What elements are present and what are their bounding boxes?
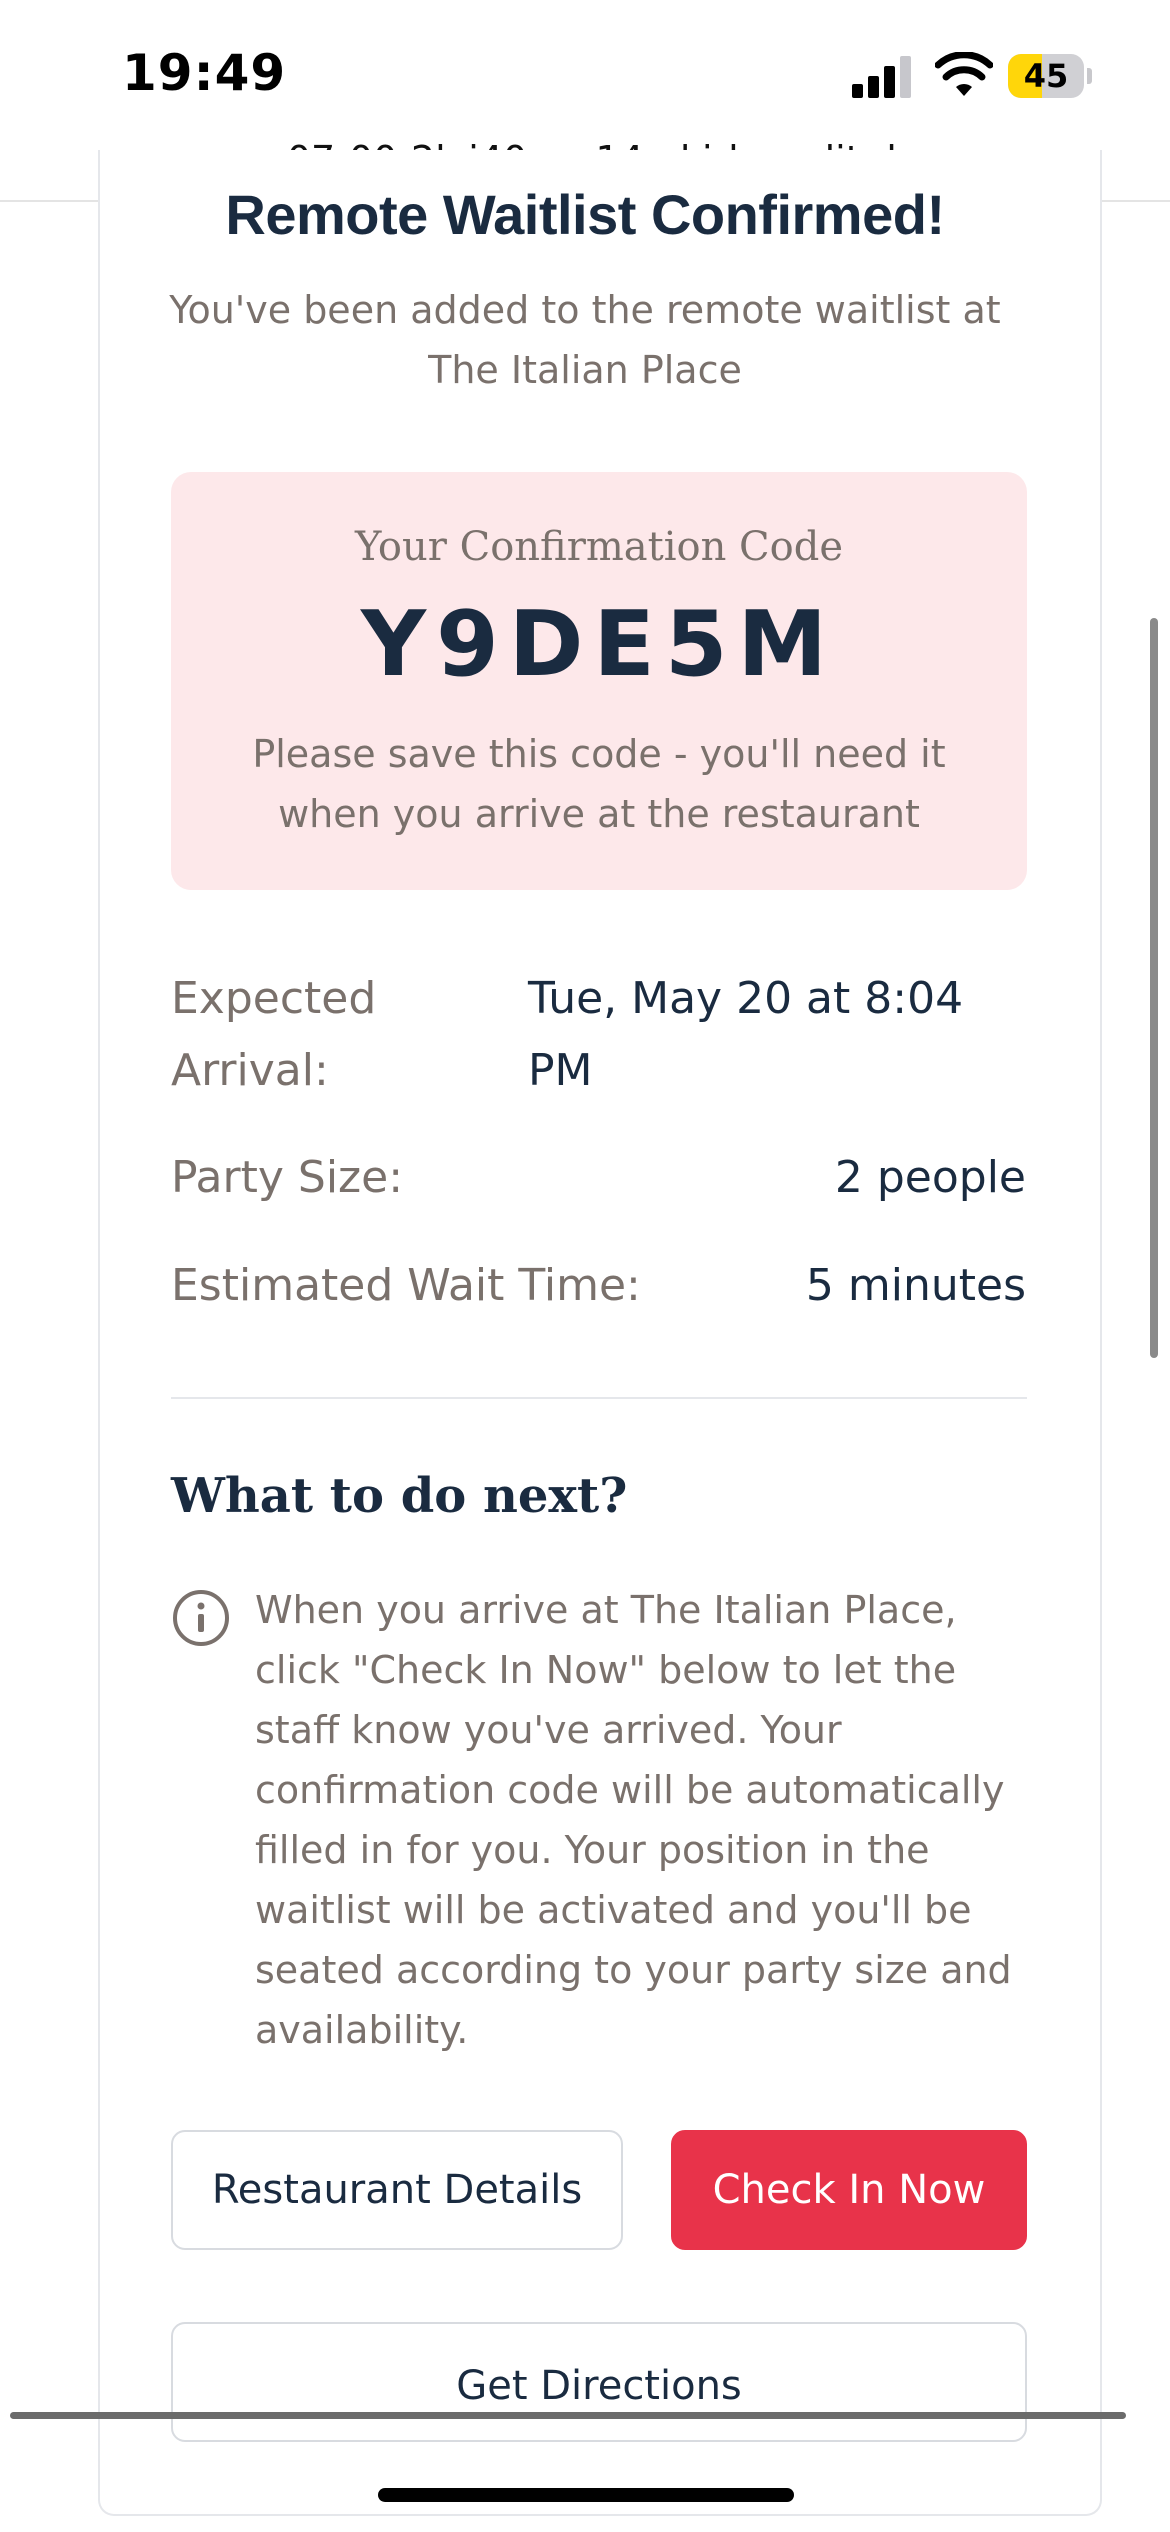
arrival-value: Tue, May 20 at 8:04 PM — [528, 973, 964, 1096]
battery-icon: 45 — [1008, 54, 1092, 98]
check-in-now-button[interactable]: Check In Now — [671, 2130, 1027, 2250]
restaurant-details-button[interactable]: Restaurant Details — [171, 2130, 623, 2250]
battery-level: 45 — [1023, 57, 1069, 95]
party-size-value: 2 people — [834, 1152, 1026, 1203]
code-label: Your Confirmation Code — [354, 524, 844, 570]
info-icon — [173, 1590, 229, 1646]
confirmation-code: Y9DE5M — [360, 592, 838, 697]
wifi-icon — [935, 52, 993, 96]
next-steps-title: What to do next? — [171, 1468, 628, 1524]
next-steps-text: When you arrive at The Italian Place, cl… — [255, 1588, 1012, 2052]
party-size-label: Party Size: — [171, 1152, 404, 1203]
get-directions-button[interactable]: Get Directions — [171, 2322, 1027, 2442]
code-note: Please save this code - you'll need it w… — [252, 732, 946, 836]
arrival-label: Expected Arrival: — [171, 973, 377, 1096]
confirmation-code-box: Your Confirmation Code Y9DE5M Please sav… — [171, 472, 1027, 890]
status-time: 19:49 — [122, 44, 287, 102]
cellular-signal-icon — [852, 56, 911, 98]
divider — [171, 1397, 1027, 1399]
home-indicator[interactable] — [378, 2488, 794, 2502]
status-bar: 19:49 45 — [0, 0, 1170, 140]
subtitle: You've been added to the remote waitlist… — [169, 288, 1001, 392]
wait-time-value: 5 minutes — [805, 1260, 1026, 1311]
scrollbar[interactable] — [1150, 618, 1158, 1358]
toolbar-divider — [10, 2412, 1126, 2419]
wait-time-label: Estimated Wait Time: — [171, 1260, 641, 1311]
page-title: Remote Waitlist Confirmed! — [225, 183, 945, 246]
